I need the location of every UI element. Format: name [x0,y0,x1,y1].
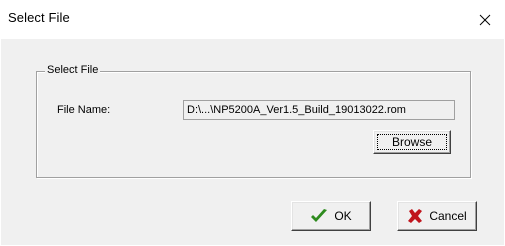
close-icon [479,14,491,25]
groupbox-legend: Select File [45,64,101,76]
ok-button[interactable]: OK [291,201,371,231]
file-name-label: File Name: [57,104,111,116]
select-file-dialog: Select File Select File File Name: D:\..… [0,0,505,246]
file-name-field[interactable]: D:\...\NP5200A_Ver1.5_Build_19013022.rom [183,100,455,120]
window-title: Select File [8,10,70,25]
x-mark-icon [407,208,423,224]
select-file-groupbox: Select File File Name: D:\...\NP5200A_Ve… [36,64,471,178]
cancel-button-label: Cancel [429,209,467,223]
ok-button-label: OK [334,209,352,223]
dialog-body: Select File File Name: D:\...\NP5200A_Ve… [1,39,504,245]
close-button[interactable] [465,0,505,39]
browse-button[interactable]: Browse [373,130,451,154]
title-bar: Select File [0,0,505,39]
cancel-button[interactable]: Cancel [397,201,477,231]
checkmark-icon [310,208,328,224]
browse-button-label: Browse [391,135,432,149]
